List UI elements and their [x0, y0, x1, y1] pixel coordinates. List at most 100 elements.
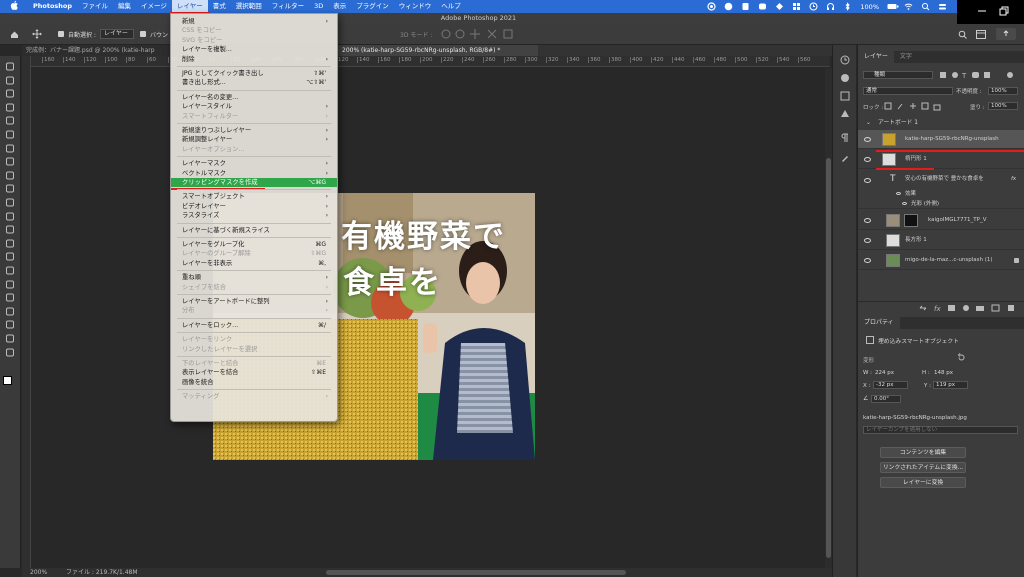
layer-menu-item[interactable]: JPG としてクイック書き出し ⇧⌘'	[171, 69, 337, 78]
layer-menu-item[interactable]: ラスタライズ ›	[171, 211, 337, 220]
layer-menu-item[interactable]: ビデオレイヤー ›	[171, 202, 337, 211]
y-value[interactable]: 119 px	[933, 381, 968, 389]
outer-glow-row[interactable]: 光彩 (外側)	[858, 199, 1024, 209]
search-icon[interactable]	[958, 30, 967, 39]
tab-layers[interactable]: レイヤー	[858, 51, 894, 63]
layer-row-rectangle[interactable]: 長方形 1	[858, 231, 1024, 250]
history-brush-icon[interactable]	[5, 198, 15, 207]
path-select-icon[interactable]	[5, 293, 15, 302]
layer-menu-item[interactable]: レイヤーに基づく新規スライス	[171, 226, 337, 235]
bluetooth-icon[interactable]	[843, 2, 852, 11]
layer-menu-item[interactable]: レイヤーを複製...	[171, 45, 337, 54]
bounding-box-checkbox[interactable]	[140, 31, 146, 37]
quick-select-tool-icon[interactable]	[5, 103, 15, 112]
menu-app-name[interactable]: Photoshop	[28, 0, 77, 13]
pen-tool-icon[interactable]	[5, 266, 15, 275]
layer-menu-item[interactable]: クリッピングマスクを作成 ⌥⌘G	[171, 178, 337, 187]
layer-menu-item[interactable]: レイヤーをグループ化 ⌘G	[171, 240, 337, 249]
blend-mode-dropdown[interactable]: 通常	[863, 87, 953, 95]
layer-menu-item[interactable]: 書き出し形式... ⌥⇧⌘'	[171, 78, 337, 87]
layer-menu-item[interactable]: 新規塗りつぶしレイヤー ›	[171, 126, 337, 135]
menu-item-4[interactable]: 書式	[208, 0, 231, 13]
layer-menu-item[interactable]: スマートオブジェクト ›	[171, 192, 337, 201]
share-button[interactable]	[996, 28, 1016, 40]
menu-item-7[interactable]: 3D	[309, 0, 328, 13]
effects-row[interactable]: 効果	[858, 189, 1024, 199]
scroll-thumb[interactable]	[826, 158, 831, 558]
tab-character[interactable]: 文字	[894, 51, 918, 63]
evernote-icon[interactable]	[741, 2, 750, 11]
layer-action-icons[interactable]: fx	[918, 304, 1022, 313]
move-tool-icon[interactable]	[32, 29, 42, 39]
layer-menu-item[interactable]: 画像を統合	[171, 378, 337, 387]
clock-icon[interactable]	[809, 2, 818, 11]
menu-item-11[interactable]: ヘルプ	[436, 0, 466, 13]
layer-menu-item[interactable]: レイヤー名の変更...	[171, 93, 337, 102]
eraser-tool-icon[interactable]	[5, 212, 15, 221]
lock-icons[interactable]	[884, 102, 944, 111]
zoom-tool-icon[interactable]	[5, 334, 15, 343]
history-icon[interactable]	[840, 55, 850, 65]
opacity-field[interactable]: 100%	[988, 87, 1018, 95]
clone-stamp-icon[interactable]	[5, 184, 15, 193]
tab-document-1[interactable]: 完成例：バナー課題.psd @ 200% (katie-harp	[22, 45, 172, 56]
layer-menu-item[interactable]: 表示レイヤーを結合 ⇧⌘E	[171, 368, 337, 377]
menu-item-2[interactable]: イメージ	[136, 0, 172, 13]
color-icon[interactable]	[840, 73, 850, 83]
dodge-tool-icon[interactable]	[5, 252, 15, 261]
layer-row-ellipse[interactable]: 楕円形 1	[858, 150, 1024, 169]
layer-menu-item[interactable]: 重ね順 ›	[171, 273, 337, 282]
apple-icon[interactable]	[10, 0, 22, 13]
healing-brush-icon[interactable]	[5, 157, 15, 166]
reset-icon[interactable]	[957, 353, 966, 362]
h-value[interactable]: 148 px	[934, 370, 953, 376]
control-center-icon[interactable]	[938, 2, 947, 11]
eye-icon[interactable]	[864, 258, 871, 263]
brush-settings-icon[interactable]	[840, 153, 850, 163]
layer-menu-item[interactable]: レイヤーをロック... ⌘/	[171, 321, 337, 330]
layer-menu-item[interactable]: レイヤーを非表示 ⌘,	[171, 259, 337, 268]
record-icon[interactable]	[707, 2, 717, 11]
menu-item-5[interactable]: 選択範囲	[231, 0, 267, 13]
gradient-tool-icon[interactable]	[5, 225, 15, 234]
creative-cloud-icon[interactable]	[724, 2, 733, 11]
layer-row-katie-harp[interactable]: katie-harp-SG59-rbcNRg-unsplash	[858, 130, 1024, 149]
menu-item-6[interactable]: フィルター	[267, 0, 309, 13]
artboard-group-row[interactable]: ⌄ アートボード 1	[858, 116, 1024, 130]
move-tool-icon[interactable]	[5, 62, 15, 71]
auto-select-dropdown[interactable]: レイヤー	[100, 29, 134, 39]
layer-row-migo[interactable]: migo-de-la-maz...c-unsplash (1)	[858, 251, 1024, 270]
mode-3d-icons[interactable]	[440, 28, 530, 40]
headphones-icon[interactable]	[826, 2, 835, 11]
edit-contents-button[interactable]: コンテンツを編集	[880, 447, 966, 458]
wifi-icon[interactable]	[904, 2, 913, 11]
crop-tool-icon[interactable]	[5, 116, 15, 125]
adjustments-icon[interactable]	[840, 109, 850, 119]
auto-select-checkbox[interactable]	[58, 31, 64, 37]
shape-tool-icon[interactable]	[5, 307, 15, 316]
x-value[interactable]: -32 px	[873, 381, 908, 389]
layer-menu-item[interactable]: レイヤースタイル ›	[171, 102, 337, 111]
angle-value[interactable]: 0.00°	[871, 395, 901, 403]
menu-item-0[interactable]: ファイル	[77, 0, 113, 13]
menu-item-9[interactable]: プラグイン	[351, 0, 394, 13]
layer-row-kaigo[interactable]: kaigoIMGL7771_TP_V	[858, 211, 1024, 230]
menu-item-10[interactable]: ウィンドウ	[394, 0, 437, 13]
type-tool-icon[interactable]	[5, 280, 15, 289]
layer-menu-item[interactable]: 新規調整レイヤー ›	[171, 135, 337, 144]
eye-icon[interactable]	[864, 157, 871, 162]
horizontal-scrollbar[interactable]	[326, 570, 626, 575]
vertical-scrollbar[interactable]	[825, 68, 832, 568]
convert-to-linked-button[interactable]: リンクされたアイテムに変換...	[880, 462, 966, 473]
eyedropper-tool-icon[interactable]	[5, 144, 15, 153]
marquee-tool-icon[interactable]	[5, 76, 15, 85]
dropbox-icon[interactable]	[775, 2, 784, 11]
eye-icon[interactable]	[896, 192, 901, 195]
chevron-down-icon[interactable]: ⌄	[866, 116, 871, 130]
battery-icon[interactable]	[887, 2, 899, 11]
spotlight-icon[interactable]	[921, 2, 930, 11]
fx-icon[interactable]: fx	[1011, 170, 1016, 189]
fill-field[interactable]: 100%	[988, 102, 1018, 110]
tab-document-2[interactable]: 200% (katie-harp-SG59-rbcNRg-unsplash, R…	[338, 45, 538, 56]
blur-tool-icon[interactable]	[5, 239, 15, 248]
